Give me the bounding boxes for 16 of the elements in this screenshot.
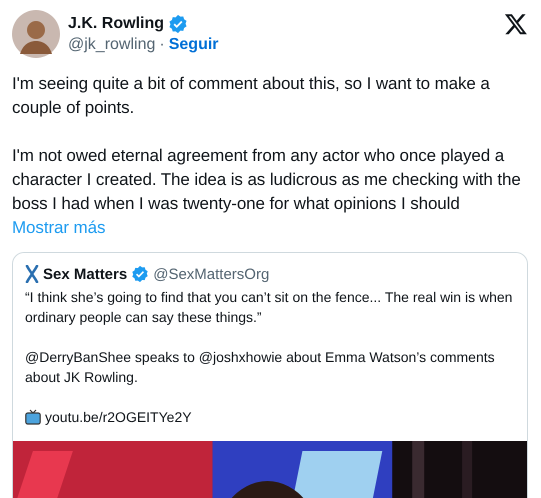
quoted-tweet-card[interactable] (12, 252, 528, 498)
separator: · (159, 36, 165, 54)
quoted-author-name[interactable]: Sex Matters (43, 266, 128, 282)
quoted-author-handle[interactable]: @SexMattersOrg (153, 266, 270, 282)
quoted-tweet-text: “I think she’s going to find that you can’t sit on the fence... The real win is when ordinary people can say these things.” (25, 288, 514, 327)
tweet-text: I'm seeing quite a bit of comment about this, so I want to make a couple of points. (12, 73, 491, 119)
follow-link[interactable]: Seguir (168, 36, 219, 54)
video-link[interactable]: youtu.be/r2OGEITYe2Y (45, 407, 192, 427)
television-icon (25, 409, 41, 425)
x-logo-icon[interactable] (504, 12, 528, 36)
quoted-tweet-text: @DerryBanShee speaks to @joshxhowie about Emma Watson’s comments about JK Rowling. (25, 348, 496, 387)
avatar-icon[interactable] (12, 10, 60, 58)
author-handle[interactable]: @jk_rowling (68, 36, 156, 54)
author-name[interactable]: J.K. Rowling (68, 15, 164, 33)
chromosome-icon (25, 265, 39, 283)
tweet-text: I'm not owed eternal agreement from any actor who once played a character I created. The idea is as ludicrous as me checking with the boss I had when I was twenty-one for what opinions I should Mostrar más (12, 145, 522, 239)
